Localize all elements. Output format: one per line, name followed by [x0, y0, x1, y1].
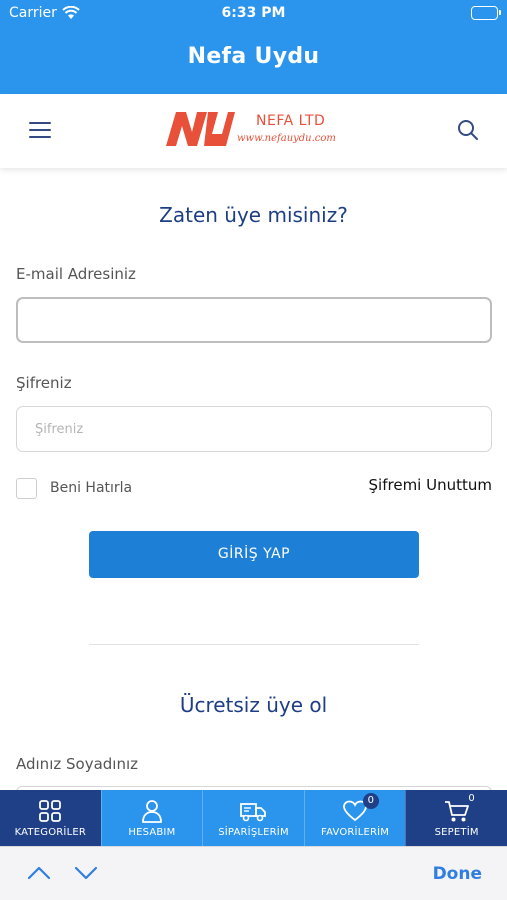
next-field-chevron-down-icon[interactable]	[73, 863, 99, 883]
cart-count-badge: 0	[468, 793, 475, 804]
name-label: Adınız Soyadınız	[16, 755, 139, 773]
remember-me-checkbox[interactable]	[16, 478, 37, 499]
status-time: 6:33 PM	[221, 5, 286, 21]
user-icon	[141, 800, 162, 823]
cart-icon	[444, 801, 469, 822]
password-input[interactable]	[16, 406, 492, 452]
tab-sepetim[interactable]: 0 SEPETİM	[405, 790, 507, 846]
hamburger-menu-icon[interactable]	[29, 122, 51, 138]
app-title: Nefa Uydu	[187, 44, 320, 69]
status-bar: Carrier 6:33 PM	[0, 0, 507, 28]
done-button[interactable]: Done	[433, 864, 482, 884]
register-title: Ücretsiz üye ol	[179, 693, 328, 717]
remember-me-label: Beni Hatırla	[50, 480, 133, 496]
app-header-bar: Carrier 6:33 PM Nefa Uydu	[0, 0, 507, 94]
section-divider	[89, 644, 419, 645]
email-input[interactable]	[16, 297, 492, 343]
battery-icon	[471, 6, 501, 20]
logo-mark-icon	[166, 112, 235, 146]
tab-label: SİPARİŞLERİM	[218, 827, 289, 838]
grid-icon	[39, 800, 62, 822]
tab-kategoriler[interactable]: KATEGORİLER	[0, 790, 101, 846]
truck-icon	[240, 803, 267, 822]
site-logo[interactable]: NEFA LTD www.nefauydu.com	[164, 108, 346, 152]
search-icon[interactable]	[457, 119, 479, 141]
tab-label: SEPETİM	[434, 827, 479, 838]
login-button[interactable]: GİRİŞ YAP	[89, 531, 419, 578]
tab-siparislerim[interactable]: SİPARİŞLERİM	[202, 790, 304, 846]
logo-company-name: NEFA LTD	[256, 113, 326, 129]
tab-label: FAVORİLERİM	[321, 827, 390, 838]
bottom-tab-bar: KATEGORİLER HESABIM SİPARİŞLERİM 0 FAVOR…	[0, 790, 507, 846]
tab-label: KATEGORİLER	[14, 827, 87, 838]
tab-favorilerim[interactable]: 0 FAVORİLERİM	[303, 790, 406, 846]
favorites-count-badge: 0	[362, 793, 379, 809]
tab-label: HESABIM	[128, 827, 176, 838]
previous-field-chevron-up-icon[interactable]	[26, 863, 52, 883]
email-label: E-mail Adresiniz	[16, 265, 136, 283]
logo-url: www.nefauydu.com	[237, 133, 336, 144]
forgot-password-link[interactable]: Şifremi Unuttum	[369, 476, 492, 494]
keyboard-accessory-bar: Done	[0, 846, 507, 900]
tab-hesabim[interactable]: HESABIM	[100, 790, 203, 846]
password-label: Şifreniz	[16, 374, 72, 392]
site-header: NEFA LTD www.nefauydu.com	[0, 94, 507, 168]
login-title: Zaten üye misiniz?	[159, 203, 348, 227]
